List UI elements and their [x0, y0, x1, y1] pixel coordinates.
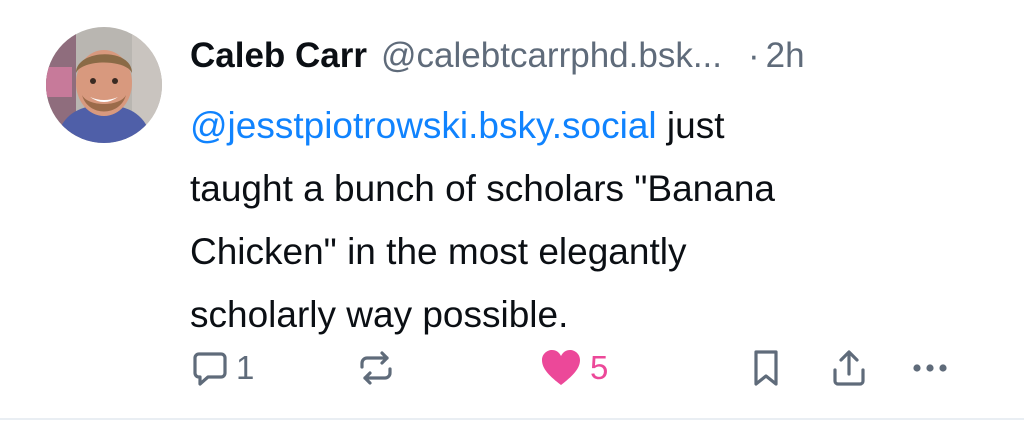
repost-icon	[360, 351, 392, 385]
post-header: Caleb Carr @calebtcarrphd.bsk... · 2h	[190, 28, 1000, 84]
mention-link[interactable]: @jesstpiotrowski.bsky.social	[190, 105, 657, 146]
reply-icon	[193, 352, 227, 386]
like-count: 5	[590, 349, 609, 386]
heart-icon	[542, 350, 580, 385]
post-actions: 1 5	[190, 340, 980, 396]
timestamp-separator: ·	[748, 36, 760, 75]
post-body-line: @jesstpiotrowski.bsky.social just	[190, 94, 990, 157]
author-handle[interactable]: @calebtcarrphd.bsk...	[381, 28, 722, 84]
bookmark-icon	[754, 350, 778, 386]
post-text-segment: just	[656, 105, 725, 146]
post-body-line: Chicken" in the most elegantly	[190, 231, 687, 272]
reply-count: 1	[236, 349, 255, 386]
share-button[interactable]	[830, 340, 868, 396]
post-card[interactable]: Caleb Carr @calebtcarrphd.bsk... · 2h @j…	[0, 0, 1024, 420]
bookmark-button[interactable]	[750, 340, 782, 396]
author-avatar[interactable]	[46, 27, 162, 143]
more-icon	[913, 364, 947, 372]
author-display-name[interactable]: Caleb Carr	[190, 28, 367, 84]
avatar-photo-icon	[46, 27, 162, 143]
post-timestamp[interactable]: 2h	[766, 28, 805, 84]
like-button[interactable]: 5	[540, 340, 608, 396]
post-body-line: taught a bunch of scholars "Banana	[190, 168, 775, 209]
post-body: @jesstpiotrowski.bsky.social just taught…	[190, 94, 990, 346]
post-divider	[0, 418, 1024, 420]
more-options-button[interactable]	[910, 340, 950, 396]
share-icon	[833, 350, 865, 386]
repost-button[interactable]	[356, 340, 396, 396]
post-body-line: scholarly way possible.	[190, 294, 569, 335]
reply-button[interactable]: 1	[192, 340, 254, 396]
